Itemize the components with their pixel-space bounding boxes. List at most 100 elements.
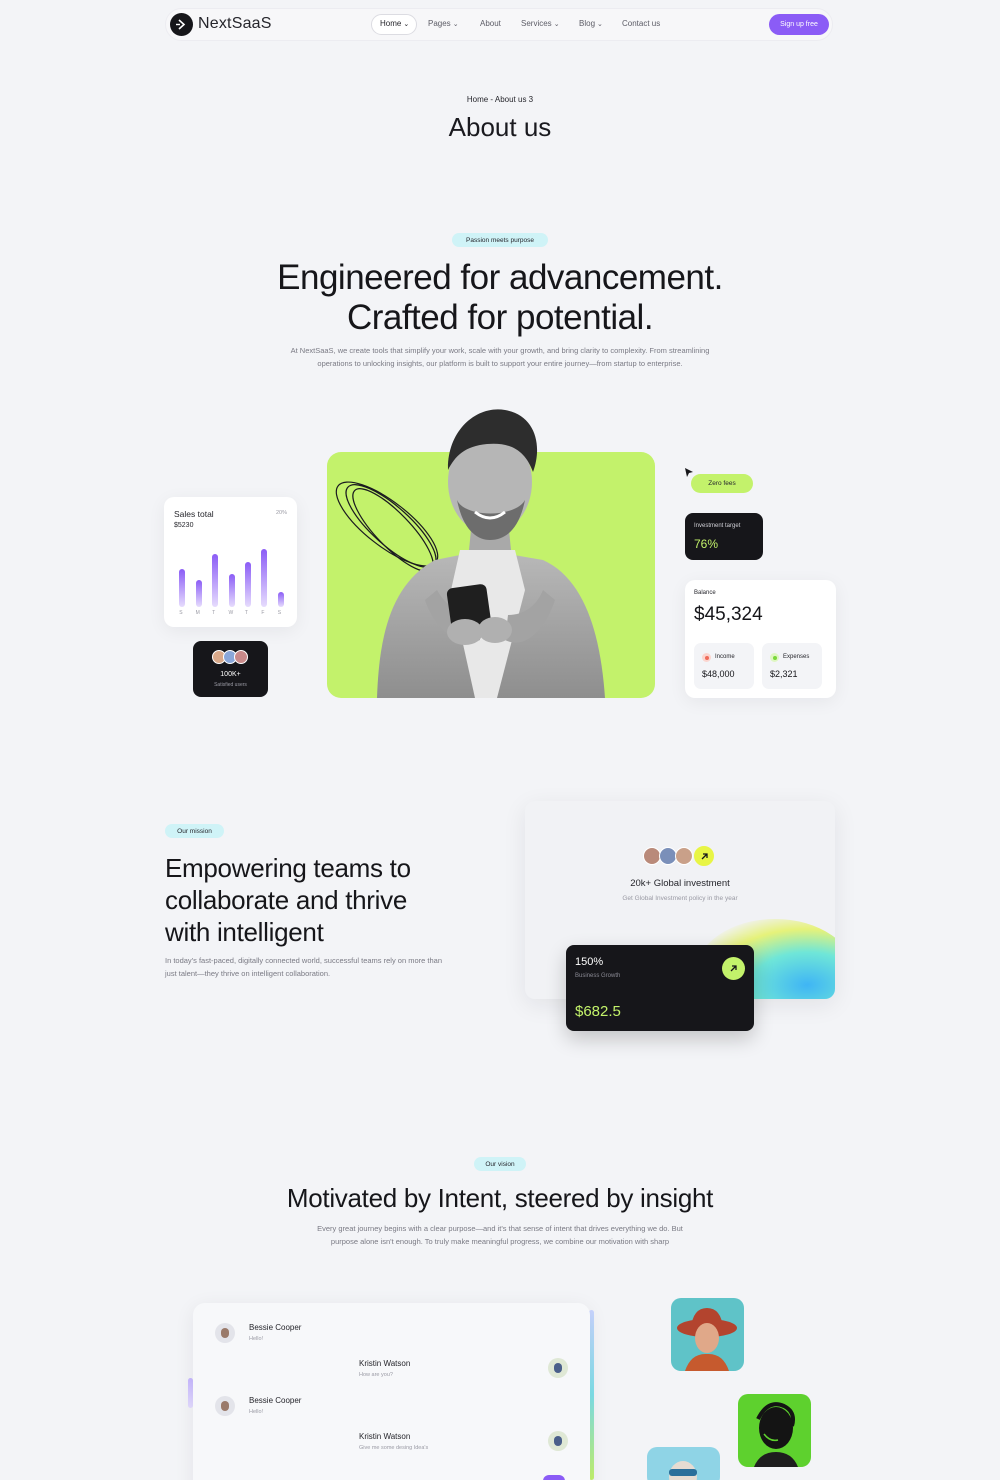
nav-item-pages[interactable]: Pages ⌄ — [428, 19, 459, 28]
vision-body-line2: purpose alone isn't enough. To truly mak… — [330, 1237, 670, 1246]
chat-text: Give me some desing Idea's — [359, 1445, 429, 1451]
investment-panel-title: 20k+ Global investment — [630, 878, 730, 889]
balance-label: Balance — [694, 590, 716, 596]
expenses-value: $2,321 — [770, 669, 798, 679]
investment-value: 76% — [694, 537, 719, 551]
mission-badge: Our mission — [165, 824, 224, 838]
avatar — [675, 847, 693, 865]
portrait-photo-hat — [671, 1298, 744, 1371]
chat-message: Bessie Cooper Hello! — [249, 1396, 301, 1415]
mission-body: In today's fast-paced, digitally connect… — [165, 955, 442, 980]
balance-amount: $45,324 — [694, 604, 763, 625]
avatar — [215, 1323, 235, 1343]
chat-text: Hello! — [249, 1336, 264, 1342]
mission-heading-line2: collaborate and thrive — [165, 885, 407, 915]
chat-sender: Kristin Watson — [359, 1359, 411, 1368]
chevron-down-icon: ⌄ — [597, 21, 603, 28]
sales-bar — [261, 549, 268, 607]
mission-heading-line3: with intelligent — [165, 917, 324, 947]
page: { "nav": { "brand": "NextSaaS", "items":… — [0, 0, 1000, 1480]
arrow-up-right-icon[interactable] — [722, 957, 745, 980]
breadcrumb: Home - About us 3 — [466, 95, 534, 104]
users-label: Satisfied users — [214, 682, 247, 688]
chat-sender: Bessie Cooper — [249, 1323, 302, 1332]
vision-heading: Motivated by Intent, steered by insight — [286, 1183, 714, 1213]
portrait-photo-green — [738, 1394, 811, 1467]
nav-item-label: About — [480, 19, 501, 28]
chat-card: Bessie Cooper Hello! Kristin Watson How ar… — [193, 1303, 590, 1480]
brand-name[interactable]: NextSaaS — [198, 15, 272, 33]
sales-bar — [228, 574, 235, 607]
sales-bar — [244, 562, 251, 607]
expenses-label: Expenses — [783, 654, 810, 660]
balance-card: Balance $45,324 Income $48,000 Expenses … — [685, 580, 836, 698]
sales-day-label: S — [277, 610, 282, 616]
mission-heading-line1: Empowering teams to — [165, 853, 411, 883]
vision-badge: Our vision — [474, 1157, 526, 1171]
zero-fees-badge: Zero fees — [691, 474, 753, 493]
nav-item-label: Contact us — [622, 19, 661, 28]
avatar — [215, 1396, 235, 1416]
intro-heading: Engineered for advancement. Crafted for … — [0, 258, 1000, 338]
sales-day-label: W — [228, 610, 234, 616]
send-button[interactable] — [543, 1475, 565, 1480]
passion-badge: Passion meets purpose — [452, 233, 548, 247]
nav-item-label: Home — [380, 19, 402, 28]
page-title: About us — [448, 112, 552, 142]
mission-body-line1: In today's fast-paced, digitally connect… — [165, 956, 442, 965]
intro-body-line2: operations to unlocking insights, our pl… — [317, 359, 683, 368]
satisfied-users-card: 100K+ Satisfied users — [193, 641, 268, 697]
expenses-tile: Expenses $2,321 — [762, 643, 822, 689]
chat-sender: Bessie Cooper — [249, 1396, 302, 1405]
chat-sender: Kristin Watson — [359, 1432, 411, 1441]
business-growth-card: 150% Business Growth $682.5 — [566, 945, 754, 1031]
investment-label: Investment target — [694, 523, 741, 529]
sales-day-label: T — [244, 610, 248, 616]
mission-heading: Empowering teams to collaborate and thri… — [165, 852, 411, 948]
sales-total-card: Sales total $5230 20% S M T W T F S — [164, 497, 297, 627]
nav-item-services[interactable]: Services ⌄ — [521, 19, 560, 28]
sales-day-label: S — [179, 610, 183, 616]
chat-message: Kristin Watson Give me some desing Idea's — [359, 1432, 428, 1451]
chat-text: How are you? — [359, 1372, 393, 1378]
income-tile: Income $48,000 — [694, 643, 754, 689]
income-value: $48,000 — [702, 669, 735, 679]
sales-day-labels: SMTWTFS — [174, 610, 289, 618]
chat-text: Hello! — [249, 1409, 264, 1415]
intro-body: At NextSaaS, we create tools that simpli… — [250, 344, 750, 370]
nav-item-blog[interactable]: Blog ⌄ — [579, 19, 603, 28]
chevron-down-icon: ⌄ — [452, 21, 459, 28]
nav-item-label: Blog — [579, 19, 596, 28]
nav-item-about[interactable]: About — [480, 19, 501, 28]
avatar — [234, 650, 248, 664]
sales-bar-chart — [174, 547, 289, 607]
sales-bar — [179, 569, 186, 607]
intro-body-line1: At NextSaaS, we create tools that simpli… — [290, 346, 710, 355]
avatar — [548, 1358, 568, 1378]
portrait-photo-blue — [647, 1447, 720, 1480]
nav-item-contact[interactable]: Contact us — [622, 19, 660, 28]
growth-percent: 150% — [575, 956, 604, 968]
chat-message: Kristin Watson How are you? — [359, 1359, 410, 1378]
sales-day-label: M — [195, 610, 200, 616]
growth-label: Business Growth — [575, 973, 621, 979]
investment-target-card: Investment target 76% — [685, 513, 763, 560]
sales-bar — [195, 580, 202, 607]
nav-item-home[interactable]: Home ⌄ — [380, 19, 409, 28]
vision-body-line1: Every great journey begins with a clear … — [317, 1224, 683, 1233]
income-label: Income — [715, 654, 735, 660]
growth-value: $682.5 — [575, 1003, 621, 1020]
sales-bar — [212, 554, 219, 607]
nav-item-label: Services — [521, 19, 552, 28]
signup-button[interactable]: Sign up free — [769, 14, 829, 35]
logo-icon[interactable] — [170, 13, 193, 36]
hero-person-photo — [377, 409, 605, 698]
expenses-icon — [770, 653, 779, 662]
sales-percent: 20% — [275, 510, 287, 516]
chevron-down-icon: ⌄ — [403, 21, 410, 28]
mission-body-line2: just talent—they thrive on intelligent c… — [165, 968, 331, 978]
sales-day-label: T — [212, 610, 216, 616]
avatar — [548, 1431, 568, 1451]
arrow-up-right-icon[interactable] — [693, 845, 715, 867]
intro-heading-line2: Crafted for potential. — [346, 298, 654, 337]
